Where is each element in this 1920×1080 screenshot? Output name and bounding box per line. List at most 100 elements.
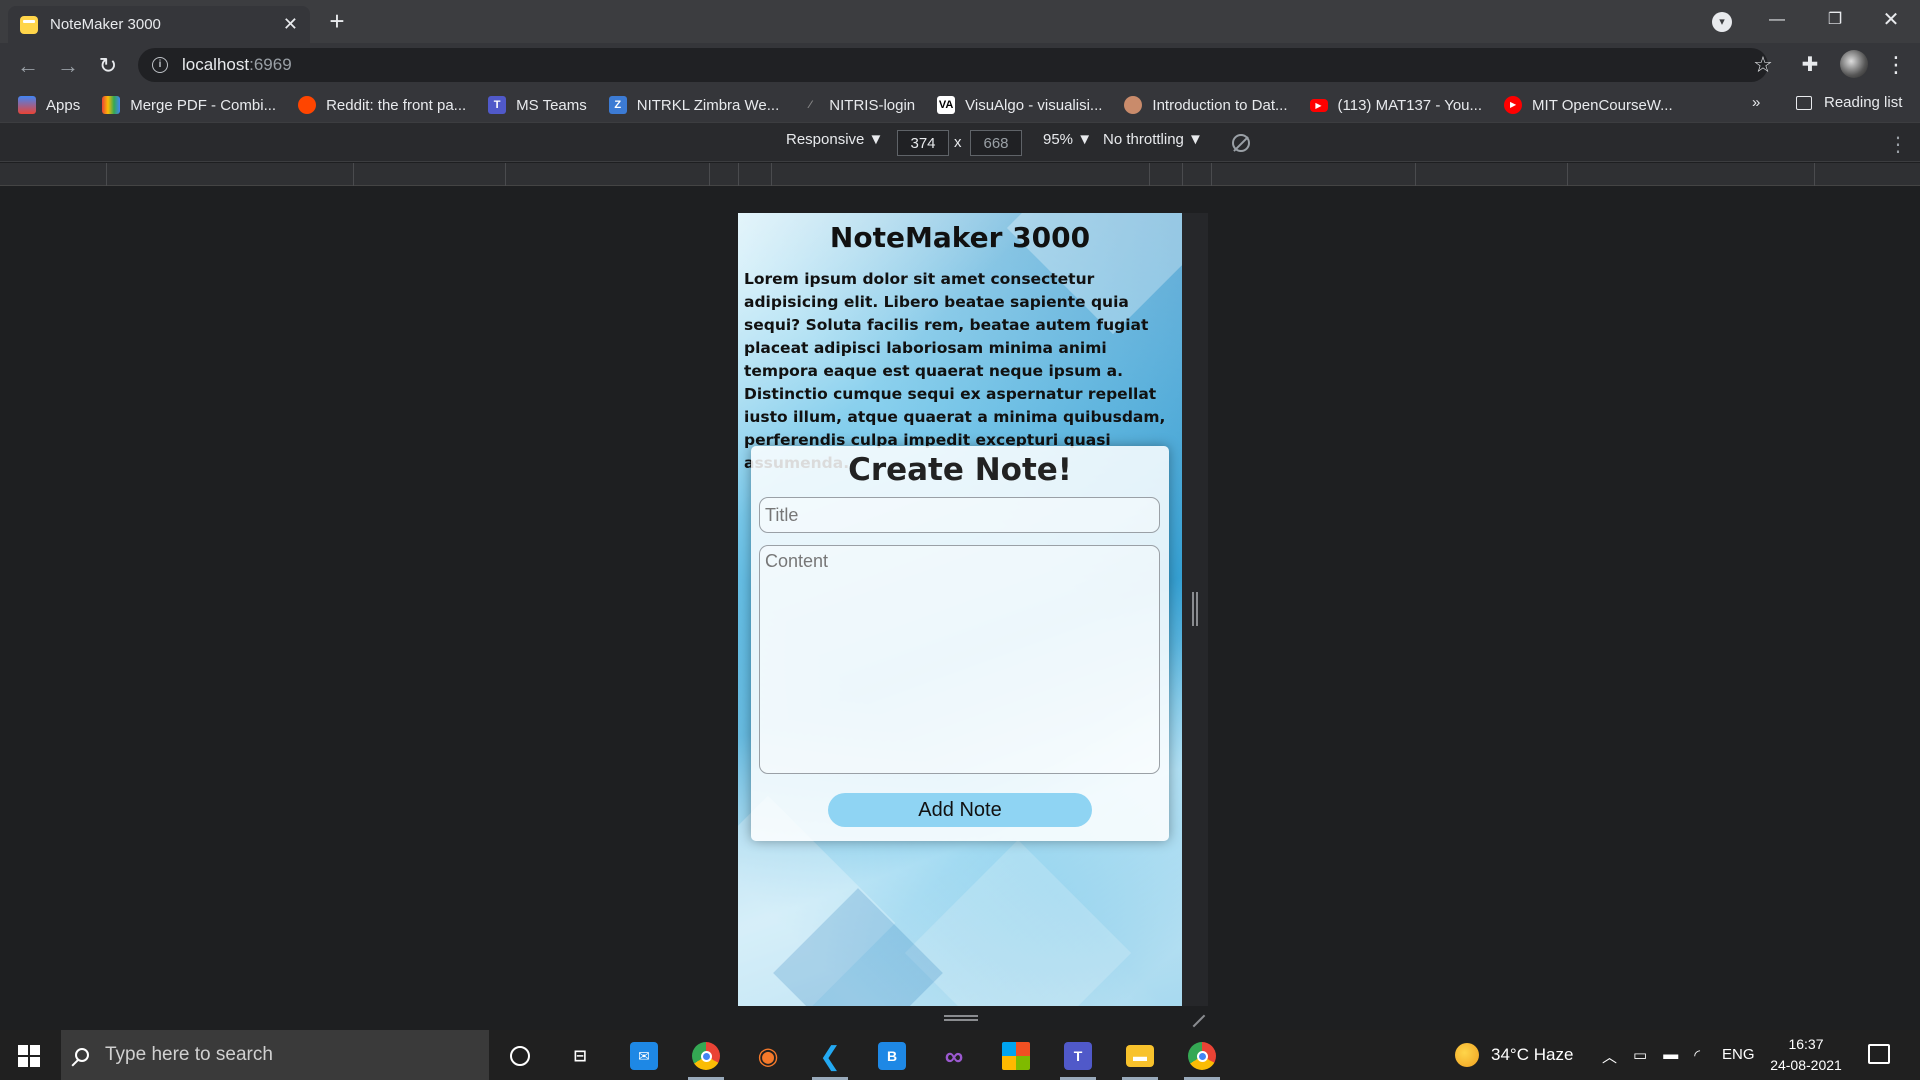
visual-studio-icon[interactable]: ∞ (930, 1038, 978, 1074)
reading-list-icon (1796, 95, 1812, 110)
merge-pdf-icon (102, 96, 121, 114)
url-port: :6969 (249, 55, 292, 74)
bookmark-label: Apps (46, 96, 81, 114)
viewport-height-input[interactable] (970, 130, 1022, 156)
rotate-disabled-icon[interactable] (1232, 134, 1250, 152)
ruler-divider (353, 163, 354, 186)
forward-arrow-icon[interactable]: → (54, 52, 82, 80)
teams-icon: T (488, 96, 507, 114)
browser-tab[interactable]: NoteMaker 3000 ✕ (8, 6, 310, 43)
restore-icon[interactable]: ❐ (1806, 0, 1864, 40)
device-selector[interactable]: Responsive ▼ (786, 131, 883, 148)
new-tab-button[interactable]: + (322, 6, 352, 36)
ruler-divider (1415, 163, 1416, 186)
address-bar[interactable]: i localhost:6969 (138, 48, 1768, 82)
reading-list-button[interactable]: Reading list (1796, 94, 1902, 111)
wifi-icon[interactable]: ◜ (1694, 1046, 1700, 1067)
notes-favicon-icon (20, 15, 38, 34)
reading-list-label: Reading list (1824, 94, 1903, 111)
bookmark-label: Merge PDF - Combi... (130, 96, 277, 114)
cortana-icon[interactable] (496, 1038, 544, 1074)
task-view-icon[interactable]: ⊟ (556, 1038, 604, 1074)
youtube-icon: ▶ (1309, 98, 1328, 112)
vscode-icon[interactable]: ❮ (806, 1038, 854, 1080)
mail-icon[interactable]: ✉ (620, 1038, 668, 1074)
device-icon[interactable]: ▭ (1633, 1046, 1647, 1067)
resize-handle-bottom[interactable] (944, 1015, 978, 1021)
media-query-ruler (0, 163, 1920, 186)
bookmarks-overflow-button[interactable]: » (1752, 94, 1760, 111)
note-content-textarea[interactable] (759, 545, 1160, 774)
teams-icon[interactable]: T (1054, 1038, 1102, 1080)
resize-handle-right[interactable] (1192, 592, 1198, 626)
taskbar-clock[interactable]: 16:37 24-08-2021 (1768, 1034, 1844, 1076)
tab-title: NoteMaker 3000 (50, 16, 161, 33)
ruler-divider (709, 163, 710, 186)
taskbar-search-box[interactable]: Type here to search (61, 1030, 489, 1080)
zoom-selector[interactable]: 95% ▼ (1043, 131, 1092, 148)
chevron-up-icon[interactable]: ︿ (1602, 1046, 1617, 1067)
url-host: localhost (182, 55, 250, 74)
bookmark-label: Introduction to Dat... (1152, 96, 1288, 114)
profile-avatar[interactable] (1840, 50, 1868, 78)
microsoft-store-icon[interactable] (992, 1038, 1040, 1074)
chrome-icon[interactable] (682, 1038, 730, 1080)
bookmark-visualgo[interactable]: VA VisuAlgo - visualisi... (937, 96, 1102, 114)
back-arrow-icon[interactable]: ← (14, 52, 42, 80)
tab-close-icon[interactable]: ✕ (283, 14, 298, 35)
extensions-puzzle-icon[interactable]: ✚ (1797, 52, 1823, 78)
battery-icon[interactable]: ▬ (1663, 1046, 1678, 1067)
bookmark-nitris[interactable]: ⁄ NITRIS-login (801, 96, 915, 114)
visualgo-icon: VA (937, 96, 956, 114)
zimbra-icon: Z (608, 96, 627, 114)
weather-sun-icon (1455, 1043, 1479, 1067)
bookmark-mit-ocw[interactable]: ▶ MIT OpenCourseW... (1504, 96, 1673, 114)
apps-grid-icon (18, 96, 36, 114)
create-note-heading: Create Note! (848, 452, 1072, 488)
chrome-icon[interactable] (1178, 1038, 1226, 1080)
ruler-divider (738, 163, 739, 186)
bookmark-ms-teams[interactable]: T MS Teams (488, 96, 587, 114)
language-indicator[interactable]: ENG (1722, 1046, 1755, 1063)
bookmark-label: VisuAlgo - visualisi... (965, 96, 1103, 114)
ruler-divider (106, 163, 107, 186)
chrome-menu-icon[interactable]: ⋮ (1885, 52, 1907, 78)
tab-search-icon[interactable]: ▾ (1712, 12, 1732, 32)
device-toolbar-menu-icon[interactable]: ⋮ (1888, 132, 1908, 157)
search-placeholder: Type here to search (105, 1044, 273, 1065)
throttling-selector[interactable]: No throttling ▼ (1103, 131, 1203, 148)
bookmark-intro-data[interactable]: Introduction to Dat... (1124, 96, 1288, 114)
reload-icon[interactable]: ↻ (94, 52, 122, 80)
notification-center-icon[interactable] (1868, 1044, 1890, 1064)
ruler-divider (1567, 163, 1568, 186)
resize-handle-corner[interactable] (1182, 1004, 1206, 1028)
blender-icon[interactable]: ◉ (744, 1038, 792, 1074)
ruler-divider (1149, 163, 1150, 186)
bookmark-reddit[interactable]: Reddit: the front pa... (298, 96, 466, 114)
site-info-icon[interactable]: i (152, 57, 168, 73)
bookmark-label: MIT OpenCourseW... (1532, 96, 1673, 114)
emulated-viewport: NoteMaker 3000 Lorem ipsum dolor sit ame… (738, 213, 1182, 1006)
bookmark-merge-pdf[interactable]: Merge PDF - Combi... (102, 96, 276, 114)
bookmarks-bar: Apps Merge PDF - Combi... Reddit: the fr… (0, 88, 1920, 122)
windows-start-icon[interactable] (18, 1045, 40, 1067)
bookmark-label: NITRIS-login (829, 96, 916, 114)
bookmark-youtube[interactable]: ▶ (113) MAT137 - You... (1309, 97, 1482, 114)
weather-widget[interactable]: 34°C Haze (1455, 1030, 1573, 1080)
add-note-button[interactable]: Add Note (828, 793, 1092, 827)
ruler-divider (771, 163, 772, 186)
window-close-icon[interactable]: ✕ (1862, 0, 1920, 40)
bookmark-star-icon[interactable]: ☆ (1750, 52, 1776, 78)
bookmark-label: MS Teams (516, 96, 587, 114)
boostnote-icon[interactable]: B (868, 1038, 916, 1074)
file-explorer-icon[interactable]: ▬ (1116, 1038, 1164, 1080)
viewport-width-input[interactable] (897, 130, 949, 156)
app-title: NoteMaker 3000 (829, 221, 1091, 254)
bookmark-apps[interactable]: Apps (18, 96, 80, 114)
clock-date: 24-08-2021 (1770, 1057, 1842, 1073)
note-title-input[interactable] (759, 497, 1160, 533)
bookmark-zimbra[interactable]: Z NITRKL Zimbra We... (608, 96, 779, 114)
minimize-icon[interactable]: — (1748, 0, 1806, 40)
dimension-separator: x (954, 134, 962, 151)
ruler-divider (505, 163, 506, 186)
